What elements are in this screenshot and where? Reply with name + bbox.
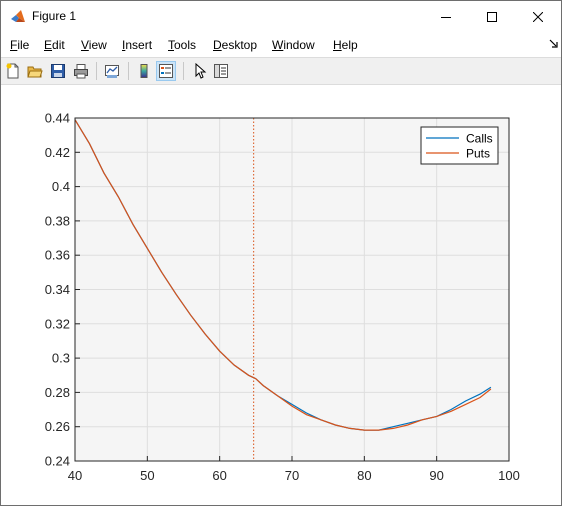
window-title: Figure 1 [32, 9, 77, 23]
y-tick-label: 0.26 [45, 419, 70, 434]
edit-plot-button[interactable] [189, 61, 209, 81]
new-figure-icon [6, 63, 19, 79]
x-tick-label: 60 [212, 468, 226, 483]
property-inspector-icon [214, 64, 228, 78]
x-tick-label: 90 [429, 468, 443, 483]
print-icon [74, 64, 88, 79]
menu-desktop-label: esktop [221, 38, 258, 52]
x-tick-label: 50 [140, 468, 154, 483]
menu-insert-label: nsert [125, 38, 153, 52]
matlab-logo-icon [11, 10, 25, 22]
menu-file-label: ile [17, 38, 30, 52]
figure-window: Figure 1 File Edit View Insert Tools Des… [0, 0, 562, 506]
menu-help[interactable]: Help [333, 38, 358, 52]
toolbar-separator [183, 62, 184, 80]
minimize-button[interactable] [423, 1, 469, 32]
dock-figure-icon[interactable] [549, 39, 559, 49]
close-icon [533, 11, 543, 22]
y-tick-label: 0.38 [45, 213, 70, 228]
menu-file[interactable]: File [10, 38, 29, 52]
y-tick-label: 0.24 [45, 454, 70, 469]
menu-desktop[interactable]: Desktop [213, 38, 257, 52]
property-inspector-button[interactable] [211, 61, 231, 81]
menu-help-label: elp [341, 38, 358, 52]
minimize-icon [441, 16, 451, 18]
menu-window[interactable]: Window [272, 38, 315, 52]
y-tick-label: 0.28 [45, 385, 70, 400]
y-tick-label: 0.3 [52, 351, 70, 366]
save-icon [51, 64, 65, 78]
menu-view-label: iew [88, 38, 107, 52]
y-tick-label: 0.42 [45, 145, 70, 160]
x-tick-label: 80 [357, 468, 371, 483]
maximize-icon [487, 11, 497, 22]
menu-tools-label: ools [174, 38, 197, 52]
insert-colorbar-button[interactable] [134, 61, 154, 81]
menu-tools[interactable]: Tools [168, 38, 196, 52]
open-file-button[interactable] [25, 61, 45, 81]
figure-toolbar [1, 57, 561, 85]
line-chart[interactable]: 40 50 60 70 80 90 100 0.24 0.26 0.28 0.3 0.32 0.34 0.… [1, 85, 561, 505]
toolbar-separator [128, 62, 129, 80]
close-button[interactable] [515, 1, 561, 32]
menu-edit[interactable]: Edit [44, 38, 65, 52]
open-file-icon [27, 66, 43, 78]
x-tick-label: 40 [68, 468, 82, 483]
maximize-button[interactable] [469, 1, 515, 32]
menu-edit-mnemonic: E [44, 38, 53, 52]
link-plot-icon [105, 65, 119, 78]
menu-desktop-mnemonic: D [213, 38, 222, 52]
link-plot-button[interactable] [102, 61, 122, 81]
y-tick-label: 0.34 [45, 282, 70, 297]
menu-bar: File Edit View Insert Tools Desktop Wind… [1, 35, 561, 55]
menu-window-mnemonic: W [272, 38, 284, 52]
save-button[interactable] [48, 61, 68, 81]
menu-insert[interactable]: Insert [122, 38, 152, 52]
title-bar[interactable]: Figure 1 [1, 1, 561, 32]
menu-help-mnemonic: H [333, 38, 342, 52]
edit-plot-icon [195, 63, 207, 79]
x-tick-label: 70 [285, 468, 299, 483]
legend-label-calls: Calls [466, 132, 493, 146]
legend-label-puts: Puts [466, 147, 490, 161]
y-tick-label: 0.36 [45, 248, 70, 263]
y-tick-label: 0.32 [45, 316, 70, 331]
menu-view[interactable]: View [81, 38, 107, 52]
x-tick-label: 100 [498, 468, 520, 483]
menu-window-label: indow [283, 38, 315, 52]
menu-view-mnemonic: V [81, 38, 89, 52]
plot-area: 40 50 60 70 80 90 100 0.24 0.26 0.28 0.3 0.32 0.34 0.… [1, 85, 561, 505]
y-tick-label: 0.4 [52, 179, 70, 194]
legend-icon [159, 64, 173, 78]
y-tick-label: 0.44 [45, 111, 70, 126]
colorbar-icon [140, 64, 148, 78]
new-figure-button[interactable] [3, 61, 23, 81]
insert-legend-button[interactable] [156, 61, 176, 81]
toolbar-separator [96, 62, 97, 80]
menu-edit-label: dit [52, 38, 65, 52]
print-button[interactable] [71, 61, 91, 81]
